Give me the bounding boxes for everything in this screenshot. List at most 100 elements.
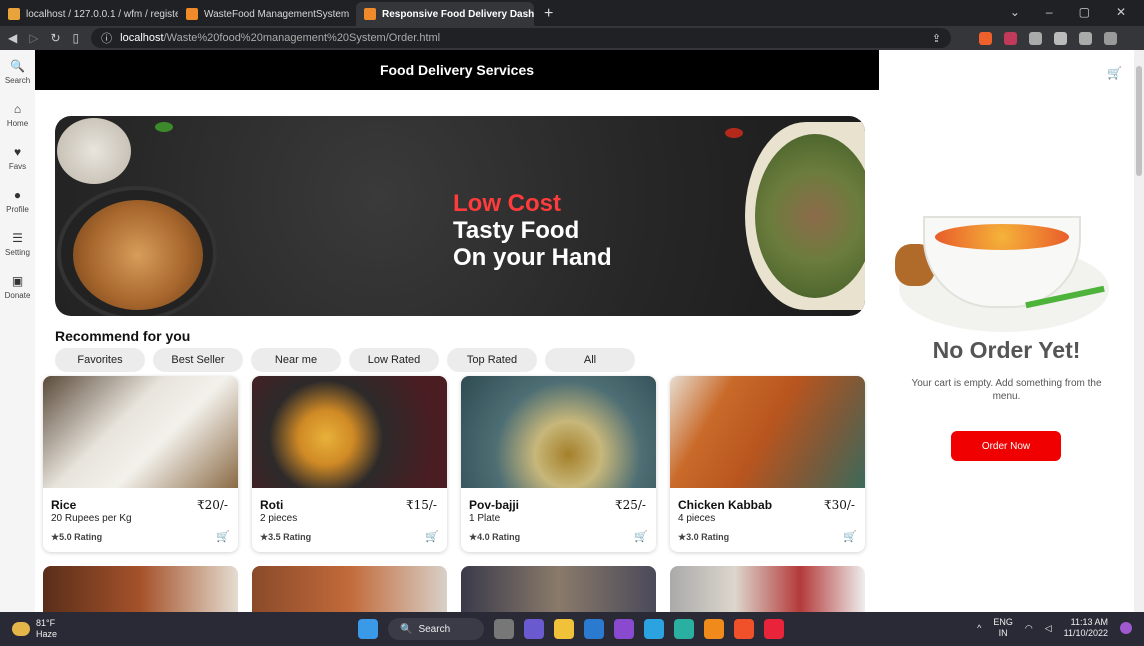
back-icon[interactable]: ◀ bbox=[8, 31, 17, 45]
sidebar-item-search[interactable]: 🔍 Search bbox=[0, 50, 35, 93]
temperature: 81°F bbox=[36, 618, 56, 628]
windows-start-icon[interactable] bbox=[358, 619, 378, 639]
food-card-partial[interactable] bbox=[43, 566, 238, 612]
site-favicon-icon bbox=[364, 8, 376, 20]
add-to-cart-icon[interactable]: 🛒 bbox=[634, 530, 648, 543]
heart-icon: ♥ bbox=[13, 144, 22, 159]
sidebar-item-favs[interactable]: ♥ Favs bbox=[0, 136, 35, 179]
brave-rewards-icon[interactable] bbox=[1004, 31, 1018, 45]
noodle-plate-image bbox=[57, 186, 217, 316]
sidebar-item-label: Profile bbox=[6, 204, 29, 214]
sidebar-toggle-icon[interactable] bbox=[1054, 31, 1068, 45]
cart-icon[interactable]: 🛒 bbox=[1107, 66, 1122, 80]
food-image bbox=[670, 376, 865, 488]
taskbar-search[interactable]: 🔍 Search bbox=[388, 618, 484, 640]
app-icon[interactable] bbox=[764, 619, 784, 639]
empty-cart-message: Your cart is empty. Add something from t… bbox=[911, 378, 1102, 402]
forward-icon[interactable]: ▷ bbox=[29, 31, 38, 45]
chip-best-seller[interactable]: Best Seller bbox=[153, 348, 243, 372]
food-card-partial[interactable] bbox=[252, 566, 447, 612]
chip-favorites[interactable]: Favorites bbox=[55, 348, 145, 372]
brave-icon[interactable] bbox=[734, 619, 754, 639]
order-now-button[interactable]: Order Now bbox=[951, 431, 1061, 461]
share-icon[interactable]: ⇪ bbox=[932, 32, 941, 45]
leaf-decoration bbox=[725, 128, 743, 138]
food-card-pov-bajji[interactable]: Pov-bajji ₹25/- 1 Plate ★4.0 Rating 🛒 bbox=[461, 376, 656, 552]
region-code: IN bbox=[998, 628, 1008, 638]
notification-icon[interactable] bbox=[1120, 622, 1132, 634]
maximize-icon[interactable]: ▢ bbox=[1079, 5, 1090, 19]
banner-line-2: Tasty Food bbox=[453, 217, 580, 244]
chip-low-rated[interactable]: Low Rated bbox=[349, 348, 439, 372]
food-rating: ★4.0 Rating bbox=[469, 532, 521, 542]
language-indicator[interactable]: ENG IN bbox=[993, 617, 1013, 639]
reload-icon[interactable]: ↻ bbox=[50, 31, 60, 45]
telegram-icon[interactable] bbox=[644, 619, 664, 639]
weather-widget[interactable]: 81°F Haze bbox=[12, 618, 57, 640]
menu-icon[interactable] bbox=[1104, 31, 1118, 45]
wifi-icon[interactable]: ◠ bbox=[1025, 623, 1033, 634]
chevron-up-icon[interactable]: ^ bbox=[977, 623, 981, 633]
scrollbar[interactable] bbox=[1134, 50, 1144, 612]
scrollbar-thumb[interactable] bbox=[1136, 66, 1142, 176]
sidebar-item-donate[interactable]: ▣ Donate bbox=[0, 265, 35, 308]
main-content: Food Delivery Services Low Cost Tasty Fo… bbox=[35, 50, 879, 612]
food-description: 4 pieces bbox=[678, 513, 716, 524]
chip-top-rated[interactable]: Top Rated bbox=[447, 348, 537, 372]
store-icon[interactable] bbox=[584, 619, 604, 639]
address-toolbar: ◀ ▷ ↻ ▯ ⓘ localhost/Waste%20food%20manag… bbox=[0, 26, 1144, 50]
food-name: Chicken Kabbab bbox=[678, 498, 773, 512]
info-icon: ⓘ bbox=[101, 33, 113, 45]
food-card-chicken-kabbab[interactable]: Chicken Kabbab ₹30/- 4 pieces ★3.0 Ratin… bbox=[670, 376, 865, 552]
search-icon: 🔍 bbox=[10, 58, 25, 73]
sidebar-item-home[interactable]: ⌂ Home bbox=[0, 93, 35, 136]
chip-all[interactable]: All bbox=[545, 348, 635, 372]
minimize-icon[interactable]: – bbox=[1046, 5, 1053, 19]
tab-food-delivery[interactable]: Responsive Food Delivery Dashbo ✕ bbox=[356, 2, 534, 26]
wallet-icon[interactable] bbox=[1079, 31, 1093, 45]
speaker-icon[interactable]: ◁ bbox=[1045, 623, 1052, 634]
tab-label: Responsive Food Delivery Dashbo bbox=[382, 8, 534, 20]
visual-studio-icon[interactable] bbox=[614, 619, 634, 639]
url-host: localhost bbox=[120, 32, 164, 44]
sidebar-item-setting[interactable]: ☰ Setting bbox=[0, 222, 35, 265]
sidebar-item-profile[interactable]: ● Profile bbox=[0, 179, 35, 222]
add-to-cart-icon[interactable]: 🛒 bbox=[425, 530, 439, 543]
tab-search-icon[interactable]: ⌄ bbox=[1010, 5, 1020, 19]
time: 11:13 AM bbox=[1070, 617, 1108, 627]
food-card-partial[interactable] bbox=[670, 566, 865, 612]
page-viewport: 🔍 Search ⌂ Home ♥ Favs ● Profile ☰ Setti… bbox=[0, 50, 1144, 612]
brave-shield-icon[interactable] bbox=[979, 31, 993, 45]
salad-plate-image bbox=[745, 122, 865, 310]
tab-label: WasteFood ManagementSystem bbox=[204, 8, 350, 20]
food-image bbox=[252, 376, 447, 488]
vlc-icon[interactable] bbox=[704, 619, 724, 639]
add-to-cart-icon[interactable]: 🛒 bbox=[843, 530, 857, 543]
file-explorer-icon[interactable] bbox=[554, 619, 574, 639]
clock[interactable]: 11:13 AM 11/10/2022 bbox=[1064, 617, 1108, 639]
money-icon: ▣ bbox=[11, 273, 24, 288]
food-rating: ★3.5 Rating bbox=[260, 532, 312, 542]
food-card-partial[interactable] bbox=[461, 566, 656, 612]
food-card-rice[interactable]: Rice ₹20/- 20 Rupees per Kg ★5.0 Rating … bbox=[43, 376, 238, 552]
user-icon: ● bbox=[13, 187, 22, 202]
new-tab-button[interactable]: + bbox=[534, 5, 563, 26]
food-rating: ★5.0 Rating bbox=[51, 532, 103, 542]
chip-near-me[interactable]: Near me bbox=[251, 348, 341, 372]
window-controls: ⌄ – ▢ ✕ bbox=[992, 0, 1144, 24]
tab-wastefood[interactable]: WasteFood ManagementSystem bbox=[178, 2, 356, 26]
task-view-icon[interactable] bbox=[494, 619, 514, 639]
food-description: 2 pieces bbox=[260, 513, 298, 524]
url-field[interactable]: ⓘ localhost/Waste%20food%20management%20… bbox=[91, 28, 952, 48]
extensions-icon[interactable] bbox=[1029, 31, 1043, 45]
food-card-roti[interactable]: Roti ₹15/- 2 pieces ★3.5 Rating 🛒 bbox=[252, 376, 447, 552]
food-grid: Rice ₹20/- 20 Rupees per Kg ★5.0 Rating … bbox=[43, 376, 865, 612]
bookmark-icon[interactable]: ▯ bbox=[73, 31, 80, 45]
edge-icon[interactable] bbox=[674, 619, 694, 639]
phpmyadmin-icon bbox=[8, 8, 20, 20]
tab-phpmyadmin[interactable]: localhost / 127.0.0.1 / wfm / register | bbox=[0, 2, 178, 26]
sliders-icon: ☰ bbox=[12, 230, 23, 245]
add-to-cart-icon[interactable]: 🛒 bbox=[216, 530, 230, 543]
teams-icon[interactable] bbox=[524, 619, 544, 639]
window-close-icon[interactable]: ✕ bbox=[1116, 5, 1126, 19]
